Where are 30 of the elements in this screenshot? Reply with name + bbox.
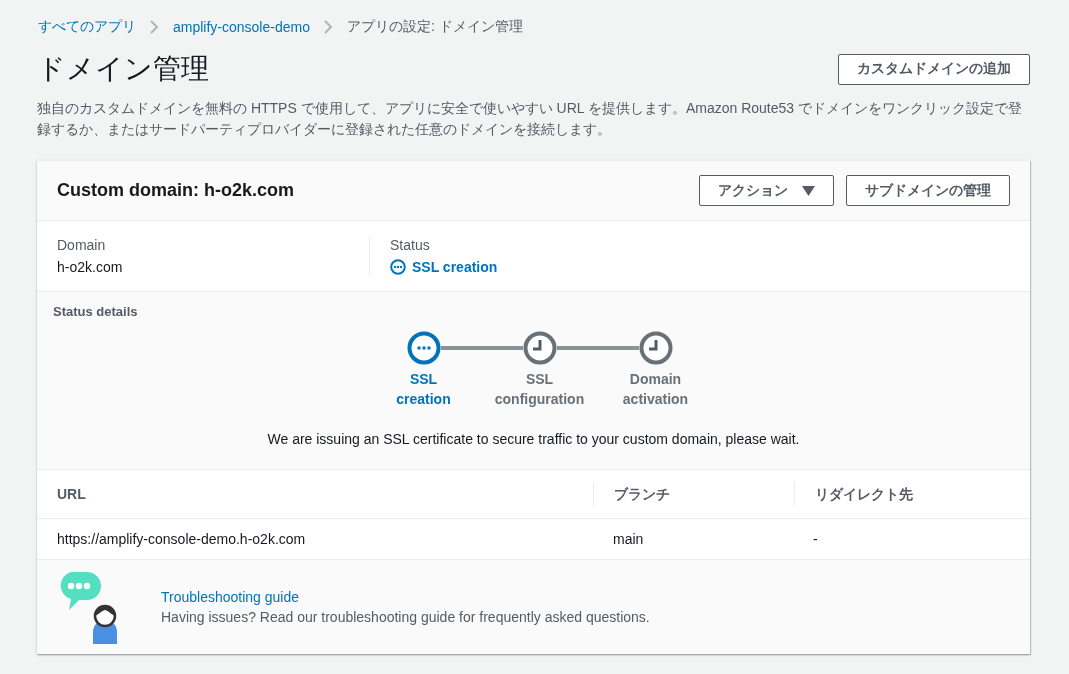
troubleshooting-guide-link[interactable]: Troubleshooting guide (161, 589, 650, 605)
domain-label: Domain (57, 237, 107, 253)
status-value: SSL creation (412, 259, 498, 275)
column-header: URL (57, 486, 87, 502)
page-description: 独自のカスタムドメインを無料の HTTPS で使用して、アプリに安全で使いやすい URL を提供します。Amazon Route53 でドメインをワンクリック設定で登録するか、またはサードパーティプロバイダーに登録された任意のドメインを接続します。 (37, 99, 1023, 139)
card-title: Custom domain: h-o2k.com (57, 180, 294, 201)
chevron-icon (323, 20, 333, 34)
step-label: SSL configuration (494, 370, 585, 409)
status-details-title: Status details (53, 304, 139, 319)
add-custom-domain-button[interactable]: カスタムドメインの追加 (838, 53, 1030, 85)
caret-icon (802, 185, 815, 196)
table-cell-text: - (812, 531, 818, 547)
actions-button[interactable]: アクション (699, 175, 834, 206)
table-cell-text: main (612, 531, 645, 547)
page-title: ドメイン管理 (37, 52, 209, 86)
help-text: Having issues? Read our troubleshooting guide for frequently asked questions. (161, 609, 650, 625)
column-header: ブランチ (593, 482, 794, 506)
status-label: Status (390, 237, 431, 253)
status-message: We are issuing an SSL certificate to secure traffic to your custom domain, please wait. (266, 431, 801, 447)
domain-value: h-o2k.com (57, 259, 124, 275)
table-cell-text: https://amplify-console-demo.h-o2k.com (57, 531, 307, 547)
manage-subdomains-button[interactable]: サブドメインの管理 (846, 175, 1010, 206)
column-header: リダイレクト先 (794, 482, 913, 506)
breadcrumb-current: アプリの設定: ドメイン管理 (346, 18, 523, 36)
in-progress-icon (390, 259, 406, 275)
breadcrumb-link[interactable]: amplify-console-demo (173, 19, 310, 35)
chevron-icon (150, 20, 159, 34)
step-label: Domain activation (621, 370, 690, 409)
breadcrumb-link[interactable]: すべてのアプリ (38, 18, 136, 36)
step-label: SSL creation (395, 370, 452, 409)
